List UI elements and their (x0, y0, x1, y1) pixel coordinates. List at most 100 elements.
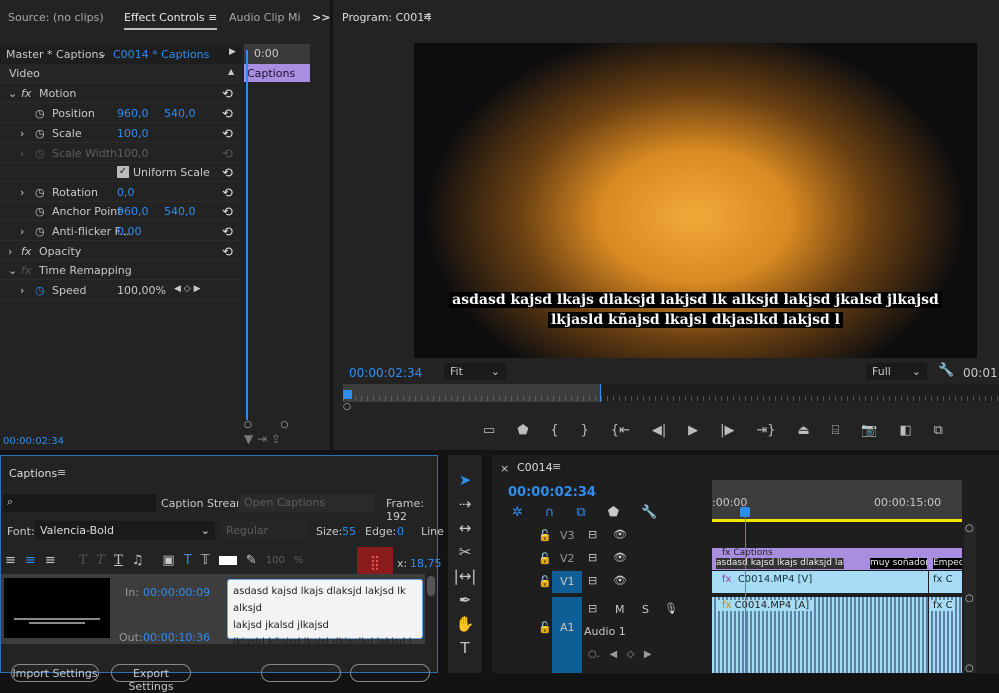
remove-caption-button[interactable] (350, 664, 430, 682)
solo-button[interactable]: S (642, 603, 649, 616)
linked-selection-icon[interactable]: ⧉ (576, 505, 585, 520)
zoom-handles[interactable]: ○ ○ (244, 420, 288, 430)
rotation-value[interactable]: 0,0 (117, 186, 135, 199)
step-forward-icon[interactable]: |▶ (720, 423, 734, 441)
out-timecode[interactable]: 00:00:10:36 (143, 631, 210, 644)
filter-icon[interactable]: ▼ ⇥ ⇪ (244, 432, 281, 446)
multicam-icon[interactable]: ⧉ (934, 423, 943, 441)
wrench-icon[interactable]: 🔧 (641, 505, 657, 520)
stopwatch-icon[interactable]: ◷ (35, 225, 45, 238)
in-timecode[interactable]: 00:00:00:09 (143, 586, 210, 599)
ripple-edit-icon[interactable]: ↔ (448, 519, 482, 537)
caption-segment[interactable]: asdasd kajsd lkajs dlaksjd lakjs.. (716, 558, 844, 569)
reset-icon[interactable]: ⟲ (222, 166, 233, 181)
program-playhead[interactable] (343, 390, 352, 399)
reset-icon[interactable]: ⟲ (222, 245, 233, 260)
stopwatch-icon[interactable]: ◷ (35, 284, 45, 297)
marker-icon[interactable]: ⬟ (608, 505, 619, 520)
reset-icon[interactable]: ⟲ (222, 205, 233, 220)
chevron-down-icon[interactable]: ⌄ (98, 47, 107, 60)
menu-icon[interactable]: ≡ (57, 466, 66, 479)
fit-dropdown[interactable]: Fit ⌄ (444, 363, 506, 380)
anchor-y[interactable]: 540,0 (164, 205, 196, 218)
tab-audio-clip-mixer[interactable]: Audio Clip Mi (229, 11, 301, 24)
hand-icon[interactable]: ✋ (448, 615, 482, 633)
align-left-icon[interactable]: ≡ (5, 553, 16, 568)
eyedropper-icon[interactable]: ✎ (246, 553, 257, 568)
reset-icon[interactable]: ⟲ (222, 186, 233, 201)
sequence-clip[interactable]: C0014 * Captions (113, 48, 209, 61)
mute-button[interactable]: M (615, 603, 625, 616)
chevron-down-icon[interactable]: ⌄ (8, 87, 17, 100)
reset-icon[interactable]: ⟲ (222, 87, 233, 102)
chevron-right-icon[interactable]: › (20, 127, 24, 140)
microphone-icon[interactable]: 🎙 (664, 602, 678, 615)
playhead[interactable] (246, 50, 248, 420)
lock-icon[interactable]: 🔓 (538, 552, 552, 565)
tab-source[interactable]: Source: (no clips) (8, 11, 104, 24)
stopwatch-icon[interactable]: ◷ (35, 205, 45, 218)
menu-icon[interactable]: ≡ (552, 460, 561, 473)
caption-stream-dropdown[interactable]: Open Captions (238, 494, 375, 512)
safe-margins-icon[interactable]: ▭ (483, 423, 495, 441)
lock-icon[interactable]: 🔓 (538, 529, 552, 542)
font-dropdown[interactable]: Valencia-Bold ⌄ (35, 521, 215, 540)
mini-caption-clip[interactable]: Captions (244, 64, 310, 82)
overflow-icon[interactable]: >> (312, 11, 330, 24)
text-color-icon[interactable]: T (184, 553, 192, 568)
fx-icon[interactable]: fx (21, 245, 31, 258)
work-area[interactable] (343, 384, 601, 402)
anchor-x[interactable]: 960,0 (117, 205, 149, 218)
search-input[interactable]: ⌕ (3, 494, 156, 512)
font-style-dropdown[interactable]: Regular (220, 521, 309, 540)
video-clip[interactable]: fx C (929, 571, 962, 593)
background-color-icon[interactable]: ▣ (162, 553, 174, 568)
step-back-icon[interactable]: ◀| (652, 423, 666, 441)
add-caption-button[interactable] (261, 664, 341, 682)
slip-icon[interactable]: |↔| (448, 567, 482, 585)
keyframe-nav-icon[interactable]: ◀ ◇ ▶ (174, 284, 201, 294)
sync-icon[interactable]: ⊟ (588, 528, 597, 541)
size-value[interactable]: 55 (342, 525, 356, 538)
pen-icon[interactable]: ✒ (448, 591, 482, 609)
effect-timecode[interactable]: 00:00:02:34 (3, 436, 64, 447)
align-right-icon[interactable]: ≡ (45, 553, 56, 568)
color-swatch[interactable] (218, 556, 237, 565)
wrench-icon[interactable]: 🔧 (938, 363, 954, 378)
reset-icon[interactable]: ⟲ (222, 127, 233, 142)
x-value[interactable]: 18,75 (410, 557, 442, 570)
go-to-in-icon[interactable]: {⇤ (611, 423, 630, 441)
comparison-view-icon[interactable]: ◧ (899, 423, 911, 441)
collapse-icon[interactable]: ▲ (228, 67, 234, 76)
mini-ruler[interactable]: 0:00 (244, 44, 310, 64)
track-target[interactable]: V1 (552, 571, 582, 593)
track-name[interactable]: V2 (560, 552, 575, 565)
lock-icon[interactable]: 🔓 (538, 621, 552, 634)
sync-icon[interactable]: ⊟ (588, 602, 597, 615)
align-center-icon[interactable]: ≡ (25, 553, 36, 568)
stopwatch-icon[interactable]: ◷ (35, 127, 45, 140)
caption-text-input[interactable]: asdasd kajsd lkajs dlaksjd lakjsd lk alk… (227, 579, 423, 648)
go-to-out-icon[interactable]: ⇥} (756, 423, 775, 441)
reset-icon[interactable]: ⟲ (222, 225, 233, 240)
stopwatch-icon[interactable]: ◷ (35, 186, 45, 199)
selection-tool-icon[interactable]: ➤ (448, 471, 482, 489)
music-note-icon[interactable]: ♫ (132, 553, 144, 568)
tab-effect-controls[interactable]: Effect Controls ≡ (124, 11, 218, 30)
audio-clip[interactable]: fx C (929, 597, 962, 673)
position-y[interactable]: 540,0 (164, 107, 196, 120)
caption-clip[interactable]: fx Captions asdasd kajsd lkajs dlaksjd l… (712, 548, 962, 570)
resolution-dropdown[interactable]: Full ⌄ (866, 363, 927, 380)
export-settings-button[interactable]: Export Settings (111, 664, 191, 693)
lock-icon[interactable]: 🔓 (538, 575, 552, 588)
timeline-playhead[interactable] (745, 513, 746, 673)
edge-value[interactable]: 0 (397, 525, 404, 538)
razor-icon[interactable]: ✂ (448, 543, 482, 561)
italic-icon[interactable]: T (96, 553, 105, 568)
extract-icon[interactable]: ⌸ (832, 423, 840, 441)
mark-in-icon[interactable]: { (550, 423, 558, 441)
keyframe-nav-icon[interactable]: ○. ◀ ◇ ▶ (588, 649, 652, 660)
chevron-right-icon[interactable]: › (20, 225, 24, 238)
uniform-scale-checkbox[interactable]: ✓ (117, 166, 129, 178)
track-target[interactable]: A1 (552, 597, 582, 673)
